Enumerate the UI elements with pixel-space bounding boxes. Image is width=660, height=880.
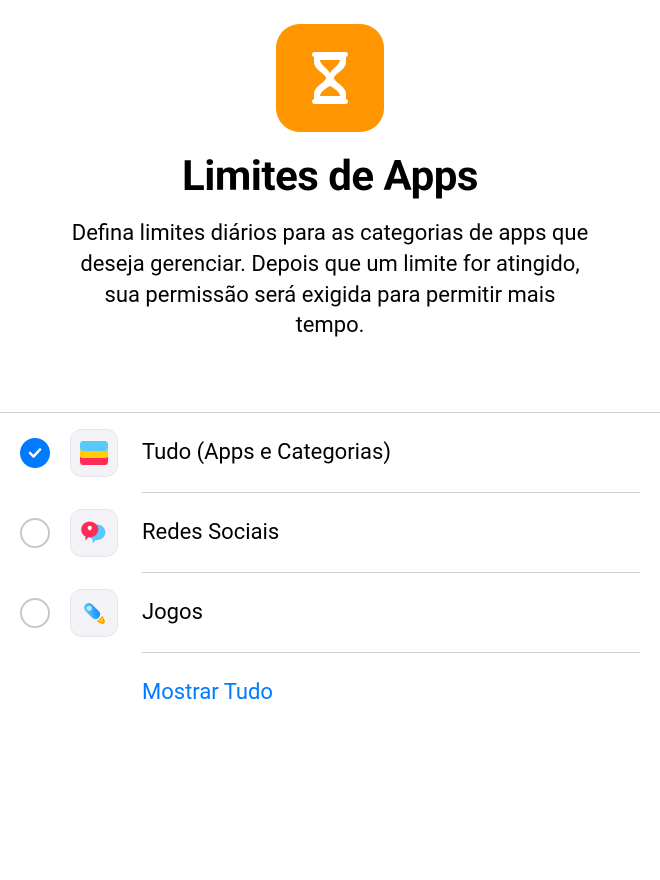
games-icon bbox=[70, 589, 118, 637]
hourglass-icon bbox=[298, 46, 362, 110]
checkbox-unchecked[interactable] bbox=[20, 518, 50, 548]
social-icon bbox=[70, 509, 118, 557]
category-row-games[interactable]: Jogos bbox=[0, 573, 660, 653]
checkbox-unchecked[interactable] bbox=[20, 598, 50, 628]
category-label: Jogos bbox=[142, 600, 203, 625]
page-title: Limites de Apps bbox=[182, 152, 478, 201]
checkmark-icon bbox=[27, 445, 43, 461]
category-label: Tudo (Apps e Categorias) bbox=[142, 440, 391, 465]
category-label: Redes Sociais bbox=[142, 520, 279, 545]
checkbox-checked[interactable] bbox=[20, 438, 50, 468]
category-row-social[interactable]: Redes Sociais bbox=[0, 493, 660, 573]
category-list: Tudo (Apps e Categorias) Redes Sociais bbox=[0, 412, 660, 731]
show-all-row[interactable]: Mostrar Tudo bbox=[0, 653, 660, 731]
page-description: Defina limites diários para as categoria… bbox=[30, 219, 630, 342]
category-row-all[interactable]: Tudo (Apps e Categorias) bbox=[0, 413, 660, 493]
hourglass-hero-icon bbox=[276, 24, 384, 132]
all-categories-icon bbox=[70, 429, 118, 477]
show-all-link[interactable]: Mostrar Tudo bbox=[142, 680, 273, 705]
